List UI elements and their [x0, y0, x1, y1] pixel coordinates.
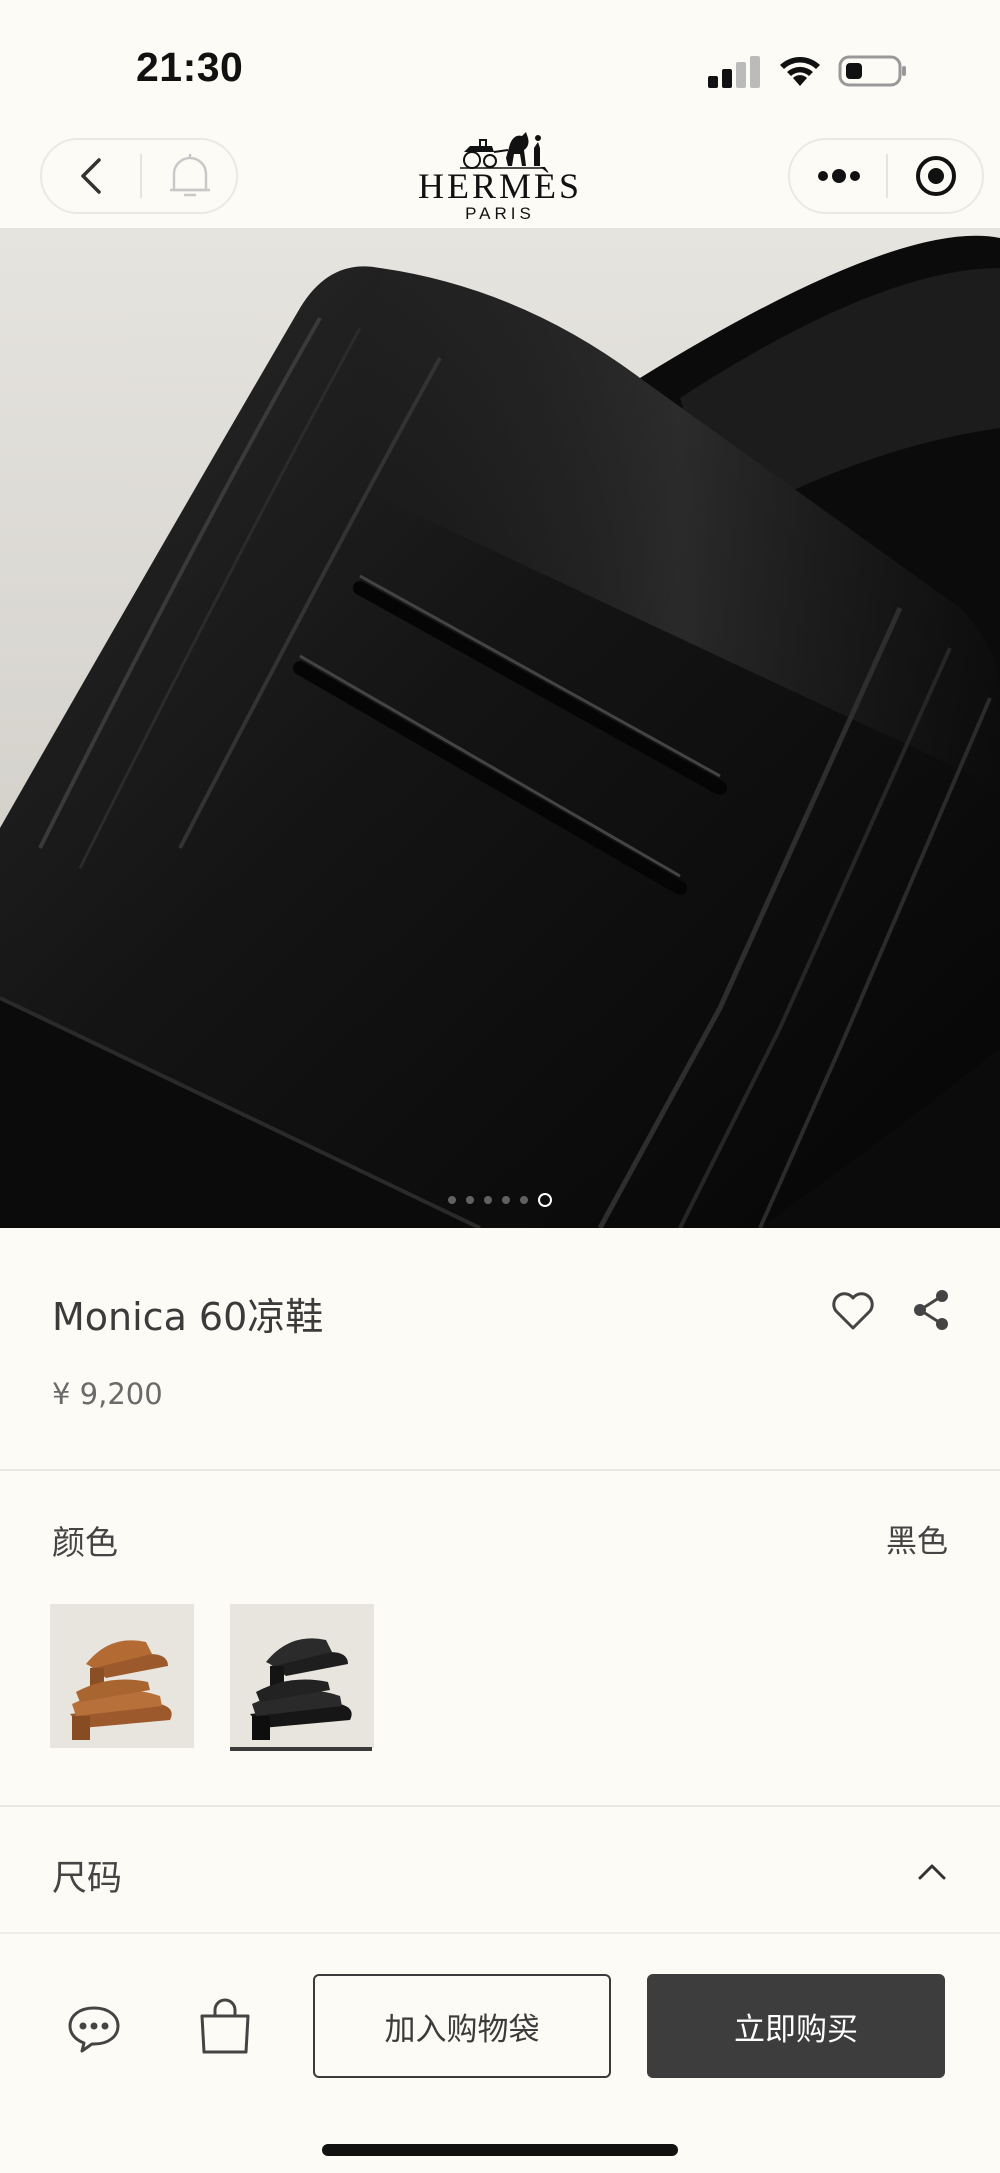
- heart-icon[interactable]: [830, 1290, 876, 1332]
- close-miniprogram-button[interactable]: [888, 140, 984, 212]
- nav-capsule-right: [788, 138, 984, 214]
- carriage-logo-icon: [460, 132, 544, 169]
- black-sandal-thumbnail: [230, 1604, 374, 1748]
- nav-capsule-left: [40, 138, 238, 214]
- color-swatch-black[interactable]: [230, 1604, 374, 1748]
- product-image-carousel[interactable]: [0, 228, 1000, 1228]
- nav-header: HERMÈS PARIS: [0, 120, 1000, 228]
- carousel-indicator: [0, 1190, 1000, 1210]
- carousel-dot: [448, 1196, 456, 1204]
- brand-city: PARIS: [465, 204, 535, 223]
- back-button[interactable]: [42, 140, 140, 212]
- carousel-dot: [484, 1196, 492, 1204]
- back-icon: [81, 158, 101, 194]
- chat-icon[interactable]: [66, 2004, 122, 2054]
- brand-name: HERMÈS: [417, 166, 583, 206]
- home-indicator[interactable]: [322, 2144, 678, 2156]
- buy-now-button[interactable]: 立即购买: [647, 1974, 945, 2078]
- product-photo: [0, 228, 1000, 1228]
- wifi-icon: [780, 57, 820, 86]
- size-label: 尺码: [52, 1859, 123, 1899]
- more-dots-icon: [818, 169, 860, 183]
- signal-icon: [708, 56, 760, 88]
- target-icon: [916, 156, 956, 196]
- bottom-action-bar: 加入购物袋 立即购买: [0, 1932, 1000, 2173]
- chevron-up-icon[interactable]: [914, 1856, 950, 1886]
- shopping-bag-icon[interactable]: [196, 1998, 254, 2056]
- brand-logo: HERMÈS PARIS: [400, 128, 600, 228]
- battery-icon: [838, 55, 906, 87]
- section-divider: [0, 1469, 1000, 1471]
- tan-sandal-thumbnail: [50, 1604, 194, 1748]
- selected-color: 黑色: [886, 1524, 948, 1560]
- carousel-dot-active: [538, 1193, 552, 1207]
- product-price: ¥ 9,200: [52, 1377, 163, 1411]
- bell-icon: [170, 154, 210, 197]
- status-bar: 21:30: [0, 0, 1000, 120]
- product-title: Monica 60凉鞋: [52, 1295, 324, 1339]
- selected-swatch-underline: [230, 1747, 372, 1751]
- carousel-dot: [502, 1196, 510, 1204]
- carousel-dot: [520, 1196, 528, 1204]
- color-label: 颜色: [52, 1523, 118, 1562]
- color-swatch-tan[interactable]: [50, 1604, 194, 1748]
- status-time: 21:30: [136, 44, 244, 90]
- add-to-bag-button[interactable]: 加入购物袋: [313, 1974, 611, 2078]
- more-button[interactable]: [790, 140, 888, 212]
- section-divider: [0, 1805, 1000, 1807]
- notification-button[interactable]: [142, 140, 238, 212]
- share-icon[interactable]: [912, 1288, 950, 1332]
- carousel-dot: [466, 1196, 474, 1204]
